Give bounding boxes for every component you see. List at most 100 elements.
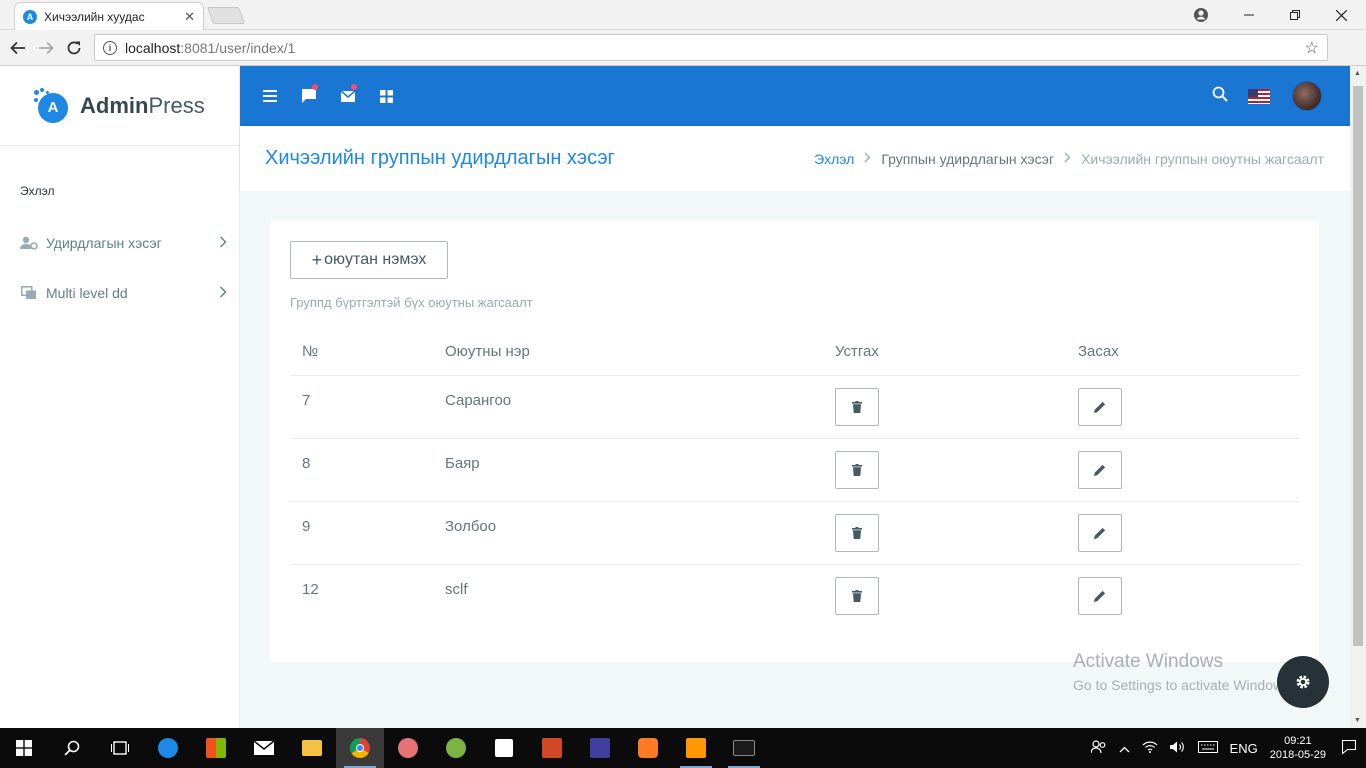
brand-name-bold: Admin — [80, 92, 149, 118]
delete-button[interactable] — [835, 513, 879, 552]
task-view-icon[interactable] — [96, 728, 144, 768]
chrome-icon[interactable] — [336, 728, 384, 768]
forward-icon[interactable] — [34, 36, 58, 60]
sublime-text-icon[interactable] — [672, 728, 720, 768]
table-row: 7 Сарангоо — [290, 375, 1300, 439]
tab-title: Хичээлийн хуудас — [44, 9, 145, 24]
sidebar-item-multilevel[interactable]: Multi level dd — [0, 268, 239, 318]
windows-start-icon[interactable] — [0, 728, 48, 768]
android-studio-icon[interactable] — [432, 728, 480, 768]
people-icon[interactable] — [1089, 739, 1107, 757]
sidebar-item-label: Multi level dd — [46, 285, 128, 301]
menu-toggle-icon[interactable] — [250, 66, 289, 126]
trash-icon — [852, 463, 862, 476]
close-window-icon[interactable] — [1318, 0, 1364, 30]
paint-icon[interactable] — [384, 728, 432, 768]
clock-time: 09:21 — [1284, 735, 1312, 747]
sidebar-item-management[interactable]: Удирдлагын хэсэг — [0, 218, 239, 268]
page-title: Хичээлийн группын удирдлагын хэсэг — [265, 147, 615, 169]
edge-icon[interactable] — [144, 728, 192, 768]
comment-icon[interactable] — [289, 66, 328, 126]
card-subtitle: Группд бүртгэлтэй бүх оюутны жагсаалт — [290, 295, 533, 310]
trash-icon — [852, 400, 862, 413]
watermark-title: Activate Windows — [1073, 651, 1223, 672]
bookmark-star-icon[interactable]: ☆ — [1305, 38, 1319, 58]
scroll-up-icon[interactable]: ▲ — [1354, 70, 1361, 77]
powerpoint-icon[interactable] — [528, 728, 576, 768]
new-tab-button[interactable] — [206, 7, 246, 24]
sidebar-heading[interactable]: Эхлэл — [0, 146, 239, 198]
profile-icon[interactable] — [1178, 0, 1224, 30]
keyboard-icon[interactable] — [1197, 740, 1218, 756]
table-row: 12 sclf — [290, 564, 1300, 627]
input-language[interactable]: ENG — [1230, 741, 1258, 756]
scrollbar-thumb[interactable] — [1353, 86, 1363, 646]
delete-button[interactable] — [835, 387, 879, 426]
chevron-right-icon — [219, 235, 227, 251]
restore-icon[interactable] — [1272, 0, 1318, 30]
edit-button[interactable] — [1078, 450, 1122, 489]
back-icon[interactable] — [6, 36, 30, 60]
url-path: :8081/user/index/1 — [180, 39, 296, 56]
tab-close-icon[interactable]: ✕ — [184, 9, 195, 25]
notification-badge — [312, 84, 318, 90]
terminal-icon[interactable] — [720, 728, 768, 768]
edit-button[interactable] — [1078, 513, 1122, 552]
sidebar-item-label: Удирдлагын хэсэг — [46, 235, 162, 251]
brand-logo[interactable]: A AdminPress — [0, 66, 239, 146]
email-icon[interactable] — [328, 66, 367, 126]
scroll-down-icon[interactable]: ▼ — [1354, 717, 1361, 724]
address-bar-row: i localhost:8081/user/index/1 ☆ ••• — [0, 30, 1366, 90]
chevron-right-icon — [219, 285, 227, 301]
settings-fab[interactable] — [1277, 656, 1329, 708]
sticky-notes-icon[interactable] — [480, 728, 528, 768]
left-sidebar: A AdminPress Эхлэл Удирдлагын хэсэг Mult… — [0, 66, 240, 728]
chevron-up-icon[interactable] — [1119, 741, 1130, 756]
pencil-icon — [1094, 590, 1106, 602]
browser-tab[interactable]: A Хичээлийн хуудас ✕ — [14, 2, 204, 30]
table-row: 9 Золбоо — [290, 501, 1300, 565]
taskbar-clock[interactable]: 09:21 2018-05-29 — [1270, 734, 1326, 762]
chevron-right-icon — [864, 151, 871, 166]
table-header-row: № Оюутны нэр Устгах Засах — [290, 328, 1300, 376]
cell-name: Баяр — [433, 438, 823, 502]
store-icon[interactable] — [192, 728, 240, 768]
notification-badge — [351, 84, 357, 90]
top-navbar — [240, 66, 1350, 126]
xampp-icon[interactable] — [624, 728, 672, 768]
breadcrumb-home[interactable]: Эхлэл — [814, 151, 854, 167]
add-student-button[interactable]: + оюутан нэмэх — [290, 241, 448, 279]
breadcrumb: Эхлэл Группын удирдлагын хэсэг Хичээлийн… — [814, 151, 1324, 167]
minimize-icon[interactable] — [1226, 0, 1272, 30]
mail-icon[interactable] — [240, 728, 288, 768]
cell-number: 12 — [302, 580, 319, 598]
delete-button[interactable] — [835, 576, 879, 615]
activate-windows-watermark: Activate Windows Go to Settings to activ… — [1073, 651, 1294, 693]
breadcrumb-management[interactable]: Группын удирдлагын хэсэг — [881, 151, 1054, 167]
avatar[interactable] — [1292, 81, 1322, 111]
edit-button[interactable] — [1078, 576, 1122, 615]
edit-button[interactable] — [1078, 387, 1122, 426]
clock-date: 2018-05-29 — [1269, 749, 1326, 761]
search-icon[interactable] — [1212, 86, 1228, 107]
wifi-icon[interactable] — [1142, 741, 1158, 756]
delete-button[interactable] — [835, 450, 879, 489]
student-list-card: + оюутан нэмэх Группд бүртгэлтэй бүх оюу… — [270, 221, 1319, 662]
volume-icon[interactable] — [1169, 741, 1186, 756]
url-field[interactable]: i localhost:8081/user/index/1 ☆ — [94, 34, 1328, 61]
site-info-icon[interactable]: i — [103, 40, 117, 55]
cell-number: 7 — [290, 375, 433, 439]
cell-name: Золбоо — [433, 501, 823, 565]
page-scrollbar[interactable]: ▲ ▼ — [1350, 66, 1366, 728]
layers-icon — [20, 285, 38, 301]
reload-icon[interactable] — [62, 36, 86, 60]
us-flag-icon[interactable] — [1248, 88, 1270, 104]
search-icon[interactable] — [48, 728, 96, 768]
latex-icon[interactable] — [576, 728, 624, 768]
action-center-icon[interactable] — [1341, 739, 1357, 757]
file-explorer-icon[interactable] — [288, 728, 336, 768]
apps-grid-icon[interactable] — [367, 66, 406, 126]
url-host: localhost — [125, 39, 181, 56]
breadcrumb-current: Хичээлийн группын оюутны жагсаалт — [1081, 150, 1324, 167]
system-tray: ENG 09:21 2018-05-29 — [1085, 734, 1366, 762]
